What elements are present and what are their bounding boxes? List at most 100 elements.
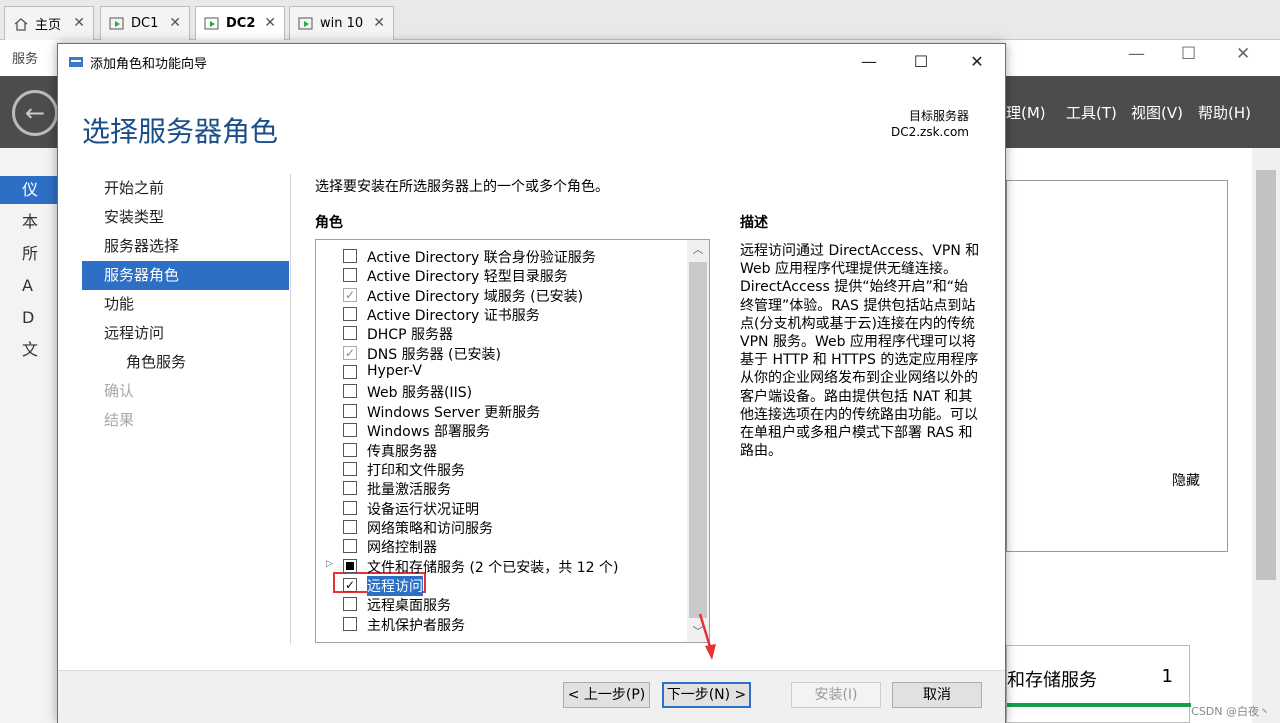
nav-item-features[interactable]: 功能 (82, 290, 289, 319)
vm-running-icon (109, 17, 125, 31)
previous-button[interactable]: < 上一步(P) (563, 682, 650, 708)
close-icon[interactable]: ✕ (264, 15, 276, 31)
nav-item-before-begin[interactable]: 开始之前 (82, 174, 289, 203)
server-manager-sidebar: 仪 本 所 A D 文 (0, 148, 58, 723)
wizard-title: 添加角色和功能向导 (90, 57, 208, 72)
hide-link[interactable]: 隐藏 (1172, 470, 1200, 490)
back-arrow-icon[interactable]: ← (12, 90, 58, 136)
role-item[interactable]: Web 服务器(IIS) (316, 382, 686, 401)
role-item[interactable]: 远程桌面服务 (316, 595, 686, 614)
sidebar-item-all[interactable]: 所 (0, 240, 58, 268)
close-icon[interactable]: ✕ (73, 15, 85, 31)
target-server-label: 目标服务器 (908, 109, 969, 123)
close-icon[interactable]: ✕ (954, 48, 1000, 76)
close-icon[interactable]: ✕ (373, 15, 385, 31)
role-item[interactable]: Active Directory 联合身份验证服务 (316, 247, 686, 266)
role-label: Hyper-V (367, 363, 422, 380)
vm-tab-dc1[interactable]: DC1 ✕ (100, 6, 190, 40)
nav-item-install-type[interactable]: 安装类型 (82, 203, 289, 232)
vm-tab-home[interactable]: 主页 ✕ (4, 6, 94, 40)
scrollbar-thumb[interactable] (689, 262, 707, 618)
expand-icon[interactable]: ▷ (326, 559, 333, 569)
server-manager-scrollbar[interactable] (1252, 148, 1280, 723)
role-item[interactable]: DHCP 服务器 (316, 324, 686, 343)
role-label: 打印和文件服务 (367, 462, 465, 479)
role-item[interactable]: Active Directory 证书服务 (316, 305, 686, 324)
role-label: Active Directory 域服务 (已安装) (367, 288, 584, 305)
menu-view[interactable]: 视图(V) (1131, 102, 1183, 123)
menu-help[interactable]: 帮助(H) (1198, 102, 1251, 123)
next-button[interactable]: 下一步(N) > (662, 682, 751, 708)
role-item[interactable]: Windows Server 更新服务 (316, 402, 686, 421)
role-checkbox[interactable] (343, 597, 357, 612)
close-icon[interactable]: ✕ (169, 15, 181, 31)
nav-divider (290, 174, 291, 644)
minimize-icon[interactable]: — (846, 48, 892, 76)
sidebar-item-dashboard[interactable]: 仪 (0, 176, 58, 204)
sidebar-item-ad[interactable]: A (0, 272, 58, 300)
role-checkbox: ✓ (343, 345, 357, 360)
menu-manage[interactable]: 理(M) (1006, 102, 1046, 123)
role-checkbox[interactable] (343, 442, 357, 457)
role-item[interactable]: Hyper-V (316, 363, 686, 382)
vm-tab-bar: 主页 ✕ DC1 ✕ DC2 ✕ win 10 ✕ (0, 0, 1280, 40)
nav-item-role-services[interactable]: 角色服务 (82, 348, 289, 377)
role-item[interactable]: 主机保护者服务 (316, 615, 686, 634)
role-item[interactable]: Windows 部署服务 (316, 421, 686, 440)
maximize-icon[interactable]: ☐ (1181, 44, 1196, 64)
role-item[interactable]: 网络控制器 (316, 537, 686, 556)
role-item[interactable]: ▷ 文件和存储服务 (2 个已安装，共 12 个) (316, 557, 686, 576)
role-checkbox[interactable] (343, 558, 357, 573)
scrollbar-thumb[interactable] (1256, 170, 1276, 580)
role-item[interactable]: ✓ 远程访问 (316, 575, 686, 596)
server-manager-title: 服务 (12, 52, 39, 67)
nav-item-server-selection[interactable]: 服务器选择 (82, 232, 289, 261)
role-item[interactable]: 打印和文件服务 (316, 460, 686, 479)
role-checkbox[interactable]: ✓ (343, 577, 357, 592)
role-checkbox[interactable] (343, 481, 357, 496)
sidebar-item-dns[interactable]: D (0, 304, 58, 332)
sidebar-item-local[interactable]: 本 (0, 208, 58, 236)
role-checkbox[interactable] (343, 500, 357, 515)
target-server: 目标服务器 DC2.zsk.com (891, 108, 969, 140)
role-item[interactable]: Active Directory 轻型目录服务 (316, 266, 686, 285)
role-item[interactable]: 网络策略和访问服务 (316, 518, 686, 537)
role-checkbox[interactable] (343, 539, 357, 554)
role-item[interactable]: ✓ Active Directory 域服务 (已安装) (316, 286, 686, 305)
nav-item-server-roles[interactable]: 服务器角色 (82, 261, 289, 290)
sidebar-item-files[interactable]: 文 (0, 336, 58, 364)
cancel-button[interactable]: 取消 (892, 682, 982, 708)
install-button: 安装(I) (791, 682, 881, 708)
role-item[interactable]: 批量激活服务 (316, 479, 686, 498)
role-checkbox[interactable] (343, 461, 357, 476)
vm-tab-dc2[interactable]: DC2 ✕ (195, 6, 285, 40)
role-checkbox[interactable] (343, 365, 357, 380)
role-label: 网络策略和访问服务 (367, 520, 493, 537)
close-icon[interactable]: ✕ (1236, 44, 1250, 64)
roles-list[interactable]: ︿ ﹀ Active Directory 联合身份验证服务 Active Dire… (315, 239, 710, 643)
role-item[interactable]: ✓ DNS 服务器 (已安装) (316, 344, 686, 363)
description-text: 远程访问通过 DirectAccess、VPN 和 Web 应用程序代理提供无缝… (740, 243, 980, 460)
role-item[interactable]: 设备运行状况证明 (316, 499, 686, 518)
role-checkbox[interactable] (343, 384, 357, 399)
role-checkbox[interactable] (343, 616, 357, 631)
file-storage-tile[interactable]: 和存储服务 1 (1006, 645, 1191, 723)
scroll-up-icon[interactable]: ︿ (687, 240, 709, 260)
nav-item-remote-access[interactable]: 远程访问 (82, 319, 289, 348)
role-checkbox[interactable] (343, 268, 357, 283)
role-checkbox[interactable] (343, 403, 357, 418)
page-title: 选择服务器角色 (82, 115, 279, 148)
role-checkbox[interactable] (343, 249, 357, 263)
role-label: Active Directory 证书服务 (367, 308, 540, 325)
role-checkbox[interactable] (343, 307, 357, 322)
role-checkbox[interactable] (343, 326, 357, 341)
vm-tab-win10[interactable]: win 10 ✕ (289, 6, 394, 40)
minimize-icon[interactable]: — (1128, 44, 1145, 64)
role-checkbox[interactable] (343, 423, 357, 438)
role-item[interactable]: 传真服务器 (316, 441, 686, 460)
role-checkbox[interactable] (343, 519, 357, 534)
roles-scrollbar[interactable]: ︿ ﹀ (687, 240, 709, 642)
menu-tools[interactable]: 工具(T) (1066, 102, 1117, 123)
maximize-icon[interactable]: ☐ (898, 48, 944, 76)
roles-heading: 角色 (315, 215, 343, 231)
